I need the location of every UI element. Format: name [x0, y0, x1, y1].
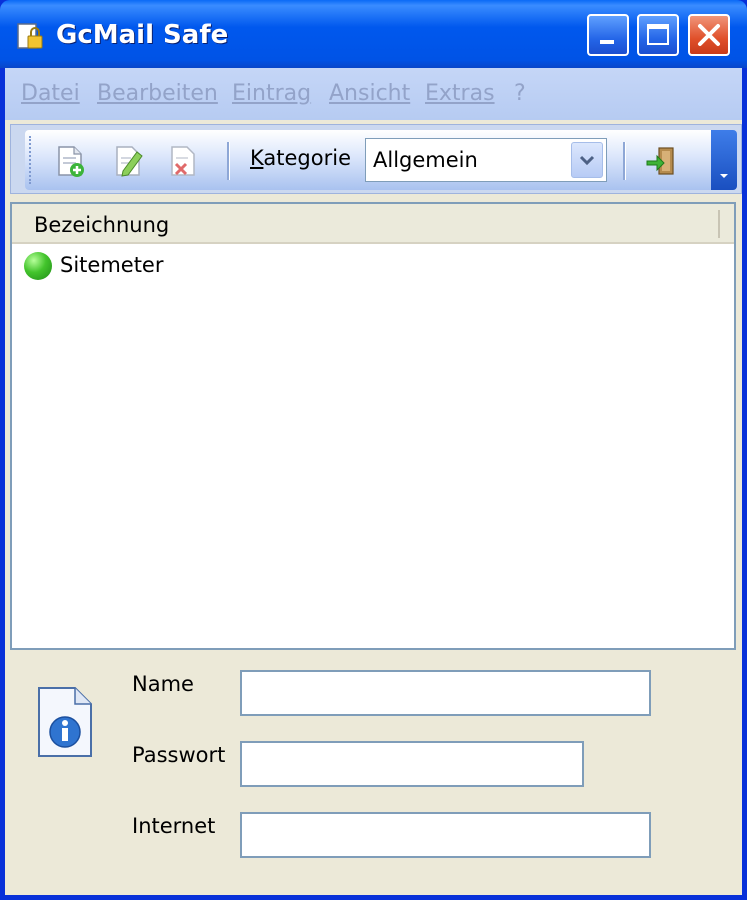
- menu-help[interactable]: ?: [514, 81, 526, 106]
- column-resize-handle[interactable]: [718, 210, 720, 238]
- exit-icon[interactable]: [645, 144, 677, 178]
- menu-datei[interactable]: Datei: [21, 81, 80, 106]
- info-document-icon: [38, 687, 92, 757]
- status-dot-icon: [24, 252, 52, 280]
- menu-bearbeiten[interactable]: Bearbeiten: [97, 81, 218, 106]
- toolbar-area: Kategorie Allgemein: [10, 124, 742, 194]
- menu-eintrag[interactable]: Eintrag: [232, 81, 311, 106]
- edit-entry-icon[interactable]: [113, 144, 145, 178]
- maximize-icon: [647, 24, 669, 45]
- column-header-label: Bezeichnung: [34, 213, 170, 237]
- entry-details-panel: Name Passwort Internet: [5, 652, 742, 895]
- chevron-down-icon: [720, 174, 728, 178]
- list-item-label: Sitemeter: [60, 253, 164, 277]
- menu-bar: Datei Bearbeiten Eintrag Ansicht Extras …: [5, 68, 742, 120]
- internet-field[interactable]: [240, 812, 651, 858]
- safe-lock-icon: [17, 23, 43, 49]
- maximize-button[interactable]: [637, 14, 679, 56]
- delete-entry-icon[interactable]: [168, 144, 200, 178]
- toolbar-grip[interactable]: [29, 136, 35, 184]
- minimize-button[interactable]: [587, 14, 629, 56]
- passwort-label: Passwort: [132, 743, 226, 767]
- kategorie-dropdown[interactable]: Allgemein: [365, 138, 607, 182]
- chevron-down-icon: [579, 155, 595, 166]
- toolbar-separator: [623, 142, 626, 180]
- close-icon: [698, 24, 720, 46]
- new-entry-icon[interactable]: [55, 144, 87, 178]
- menu-extras[interactable]: Extras: [425, 81, 495, 106]
- kategorie-label: Kategorie: [250, 146, 351, 170]
- title-bar[interactable]: GcMail Safe: [0, 0, 747, 68]
- dropdown-arrow-button[interactable]: [571, 142, 603, 178]
- toolbar-separator: [227, 142, 230, 180]
- minimize-icon: [600, 40, 614, 44]
- name-field[interactable]: [240, 670, 651, 716]
- app-window: GcMail Safe Datei Bearbeiten Eintrag Ans…: [0, 0, 747, 900]
- name-label: Name: [132, 672, 194, 696]
- window-client-area: Datei Bearbeiten Eintrag Ansicht Extras …: [5, 68, 742, 895]
- toolbar: Kategorie Allgemein: [25, 130, 719, 190]
- passwort-field[interactable]: [240, 741, 584, 787]
- window-title: GcMail Safe: [56, 20, 229, 50]
- internet-label: Internet: [132, 814, 216, 838]
- kategorie-selected-value: Allgemein: [373, 148, 478, 172]
- entry-list[interactable]: Bezeichnung Sitemeter: [10, 202, 736, 650]
- column-header-bezeichnung[interactable]: Bezeichnung: [12, 204, 734, 244]
- toolbar-overflow-button[interactable]: [711, 130, 737, 190]
- close-button[interactable]: [688, 14, 730, 56]
- menu-ansicht[interactable]: Ansicht: [329, 81, 410, 106]
- list-item[interactable]: Sitemeter: [24, 250, 704, 282]
